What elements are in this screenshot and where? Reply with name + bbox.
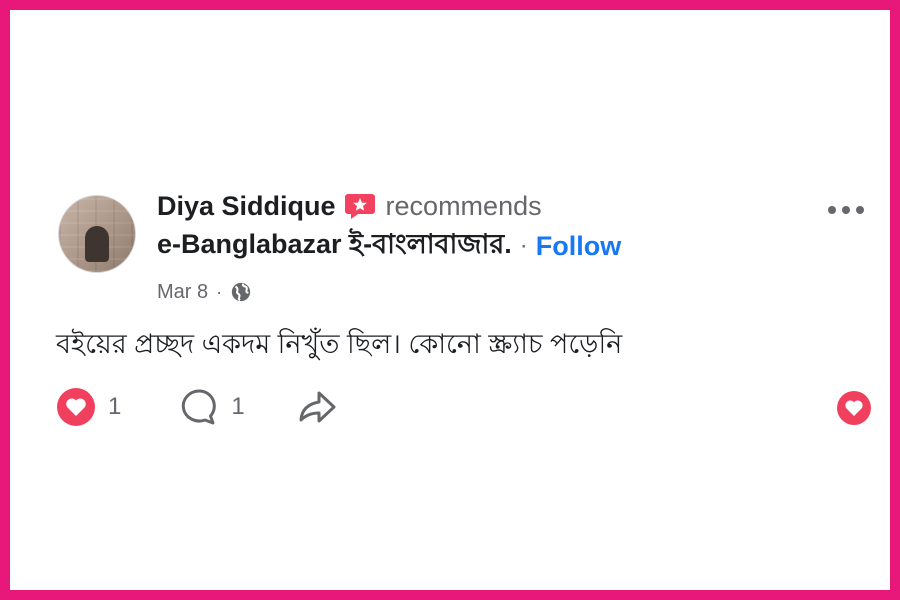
heart-reaction-icon bbox=[57, 388, 95, 426]
avatar[interactable] bbox=[58, 195, 136, 273]
avatar-figure bbox=[85, 226, 109, 262]
post-date[interactable]: Mar 8 bbox=[157, 281, 208, 304]
comment-button[interactable]: 1 bbox=[179, 387, 245, 427]
more-options-button[interactable] bbox=[824, 196, 868, 224]
reaction-count: 1 bbox=[108, 393, 122, 420]
comment-icon bbox=[182, 389, 217, 425]
action-bar: 1 1 bbox=[56, 384, 337, 430]
post-header-line: Diya Siddique recommends bbox=[157, 188, 542, 224]
post-meta: Mar 8 · bbox=[157, 276, 252, 308]
heart-reaction-icon[interactable] bbox=[836, 390, 872, 426]
review-post-card: Diya Siddique recommends e-Banglabazar ই… bbox=[10, 10, 890, 590]
share-button[interactable] bbox=[297, 388, 337, 426]
follow-button[interactable]: Follow bbox=[536, 231, 621, 262]
page-name-link[interactable]: e-Banglabazar ই-বাংলাবাজার. bbox=[157, 224, 512, 269]
recommend-star-icon bbox=[344, 194, 375, 219]
author-name[interactable]: Diya Siddique bbox=[157, 191, 336, 222]
reaction-button[interactable]: 1 bbox=[56, 387, 121, 427]
post-text: বইয়ের প্রচ্ছদ একদম নিখুঁত ছিল। কোনো স্ক… bbox=[56, 329, 623, 359]
date-separator: · bbox=[216, 281, 223, 302]
share-icon bbox=[299, 391, 336, 423]
more-options-icon bbox=[828, 206, 864, 214]
recommends-label: recommends bbox=[385, 190, 542, 221]
comment-count: 1 bbox=[231, 393, 245, 420]
page-line: e-Banglabazar ই-বাংলাবাজার. · Follow bbox=[157, 226, 621, 266]
globe-icon bbox=[231, 282, 251, 302]
separator-dot: · bbox=[519, 232, 528, 259]
